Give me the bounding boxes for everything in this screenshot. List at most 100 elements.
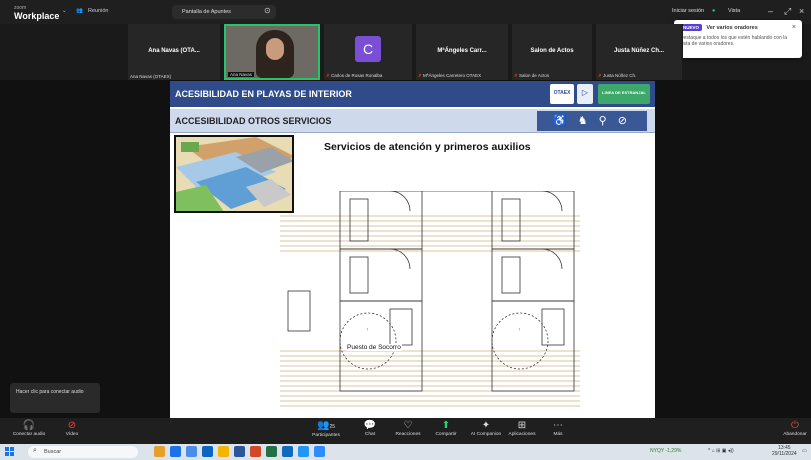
- multi-speaker-notification[interactable]: NUEVO Ver varios oradores × Destaque a t…: [674, 20, 802, 58]
- participant-tile[interactable]: C ✗ Carlos de Rosas Ronalba: [324, 24, 412, 80]
- more-label: Más: [553, 432, 563, 437]
- reactions-button[interactable]: ♡ Reacciones: [392, 420, 424, 437]
- participant-footer-label: MªÁngeles Carretero OTAEX: [423, 73, 482, 78]
- record-icon[interactable]: ⊙: [264, 6, 271, 15]
- zoom-taskbar-icon[interactable]: [314, 446, 325, 457]
- sparkle-icon: ✦: [481, 420, 491, 431]
- taskbar-app-icon[interactable]: [234, 446, 245, 457]
- participant-name: Justa Núñez Ch...: [613, 48, 664, 54]
- participant-tile[interactable]: Ana Navas (OTA... Ana Navas (OTAEX): [128, 24, 220, 80]
- participant-footer-label: Salon de Actos: [519, 73, 550, 78]
- first-aid-post-label: Puesto de Socorro: [346, 344, 402, 351]
- taskbar-app-icon[interactable]: [218, 446, 229, 457]
- participant-tile[interactable]: Salon de Actos ✗ Salon de Actos: [512, 24, 592, 80]
- join-audio-button[interactable]: 🎧 Conectar audio: [12, 420, 46, 437]
- share-button[interactable]: ⬆ Compartir: [430, 420, 462, 437]
- ai-companion-button[interactable]: ✦ AI Companion: [466, 420, 506, 437]
- participant-footer: ✗ Salon de Actos: [514, 73, 549, 79]
- participant-footer: ✗ Justa Núñez Ch.: [598, 73, 636, 79]
- mic-off-icon: ✗: [598, 73, 602, 78]
- otaex-logo: OTAEX: [550, 84, 574, 104]
- slide-title: Servicios de atención y primeros auxilio…: [324, 141, 531, 153]
- windows-start-icon[interactable]: [5, 447, 14, 456]
- mic-off-icon: ✗: [514, 73, 518, 78]
- video-off-icon: ⊘: [67, 420, 77, 431]
- join-audio-tooltip[interactable]: Hacer clic para conectar audio: [10, 383, 100, 413]
- apps-label: Aplicaciones: [508, 432, 536, 437]
- stock-ticker[interactable]: NYQY -1,29%: [650, 448, 681, 454]
- taskbar-app-icon[interactable]: [298, 446, 309, 457]
- avatar: C: [355, 36, 381, 62]
- slide-header-title: ACESIBILIDAD EN PLAYAS DE INTERIOR: [175, 89, 352, 99]
- clock[interactable]: 13:45 29/11/2024: [772, 445, 797, 457]
- taskbar-app-icon[interactable]: [250, 446, 261, 457]
- taskbar-search-label: Buscar: [44, 449, 62, 455]
- heart-icon: ♡: [403, 420, 413, 431]
- share-label: Pantalla de Apuntes: [182, 9, 231, 15]
- notification-body: Destaque a todos los que estén hablando …: [680, 35, 788, 47]
- tray-icons[interactable]: ^ ⌂ ⊞ ▣ ◂)): [708, 448, 734, 454]
- participant-name: Ana Navas (OTA...: [148, 48, 200, 54]
- participant-footer: Ana Navas: [228, 72, 255, 77]
- taskbar-app-icon[interactable]: [154, 446, 165, 457]
- play-logo: ▷: [577, 84, 593, 104]
- otaex-logo-text: OTAEX: [553, 90, 571, 96]
- zoom-brand: zoom Workplace: [14, 4, 59, 21]
- participants-count: 25: [329, 424, 335, 430]
- participant-tile[interactable]: Justa Núñez Ch... ✗ Justa Núñez Ch.: [596, 24, 682, 80]
- taskbar-app-icon[interactable]: [282, 446, 293, 457]
- shared-slide: ACESIBILIDAD EN PLAYAS DE INTERIOR OTAEX…: [170, 81, 655, 418]
- apps-button[interactable]: ⊞ Aplicaciones: [504, 420, 540, 437]
- leave-button[interactable]: ⏻ Abandonar: [780, 420, 810, 437]
- taskbar-app-icon[interactable]: [186, 446, 197, 457]
- play-icon: ▷: [581, 88, 589, 97]
- aerial-illustration: [176, 137, 292, 211]
- participant-footer: Ana Navas (OTAEX): [130, 74, 171, 79]
- svg-text:↑: ↑: [518, 327, 521, 333]
- signin-link[interactable]: Iniciar sesión: [672, 8, 704, 14]
- notification-center-icon[interactable]: ▭: [802, 448, 807, 454]
- mic-off-icon: ✗: [418, 73, 422, 78]
- fullscreen-icon[interactable]: ⤢: [784, 6, 791, 17]
- speaker-face: [266, 38, 284, 60]
- meeting-icon: 👥: [76, 8, 83, 14]
- chat-button[interactable]: 💬 Chat: [356, 420, 384, 437]
- chat-label: Chat: [364, 432, 376, 437]
- close-window-icon[interactable]: ×: [799, 6, 804, 16]
- participant-footer-label: Justa Núñez Ch.: [603, 73, 637, 78]
- taskbar-app-icon[interactable]: [170, 446, 181, 457]
- share-pill[interactable]: Pantalla de Apuntes: [172, 5, 276, 19]
- mic-off-icon: ✗: [326, 73, 330, 78]
- participant-footer: ✗ MªÁngeles Carretero OTAEX: [418, 73, 481, 79]
- participant-footer-label: Ana Navas (OTAEX): [130, 74, 172, 79]
- participant-tile[interactable]: MªÁngeles Carr... ✗ MªÁngeles Carretero …: [416, 24, 508, 80]
- leave-label: Abandonar: [783, 432, 807, 437]
- slide-header: ACESIBILIDAD EN PLAYAS DE INTERIOR OTAEX…: [170, 81, 655, 107]
- more-icon: ⋯: [553, 420, 563, 431]
- search-icon: ⌕: [33, 447, 37, 454]
- taskbar-app-icon[interactable]: [202, 446, 213, 457]
- share-label-toolbar: Compartir: [435, 432, 457, 437]
- participants-icon: 👥25: [316, 420, 335, 431]
- participant-footer-label: Carlos de Rosas Ronalba: [331, 73, 383, 78]
- headphones-icon: 🎧: [22, 420, 36, 431]
- view-button[interactable]: Vista: [728, 8, 740, 14]
- close-icon[interactable]: ×: [792, 24, 796, 31]
- video-button[interactable]: ⊘ Vídeo: [58, 420, 86, 437]
- taskbar-search[interactable]: ⌕ Buscar: [28, 446, 138, 458]
- participants-label: Participantes: [312, 433, 340, 438]
- slide-subheader-title: ACCESIBILIDAD OTROS SERVICIOS: [175, 116, 332, 126]
- apps-icon: ⊞: [517, 420, 527, 431]
- active-speaker-tile[interactable]: Ana Navas: [224, 24, 320, 80]
- minimize-icon[interactable]: –: [768, 6, 773, 16]
- svg-text:↑: ↑: [366, 327, 369, 333]
- chat-icon: 💬: [363, 420, 377, 431]
- participants-button[interactable]: 👥25 Participantes: [306, 420, 346, 438]
- chevron-down-icon[interactable]: ⌄: [62, 8, 67, 14]
- accessibility-icons: ♿ ♞ ⚲ ⊘: [537, 111, 647, 131]
- taskbar-app-icon[interactable]: [266, 446, 277, 457]
- more-button[interactable]: ⋯ Más: [546, 420, 570, 437]
- participant-name: MªÁngeles Carr...: [437, 48, 487, 54]
- video-label: Vídeo: [65, 432, 79, 437]
- meeting-label[interactable]: Reunión: [88, 8, 109, 14]
